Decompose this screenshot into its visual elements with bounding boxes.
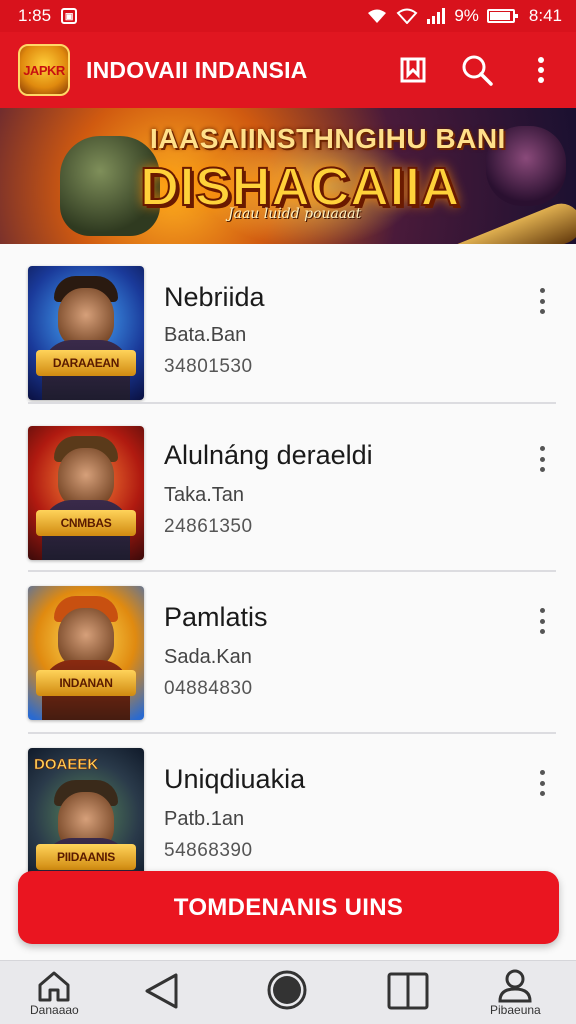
signal-icon	[427, 8, 446, 24]
more-vert-icon	[538, 57, 544, 83]
divider	[28, 570, 556, 572]
thumbnail-label: CNMBAS	[36, 510, 136, 536]
item-more-button[interactable]	[530, 768, 554, 798]
thumbnail-face	[58, 288, 114, 348]
search-icon	[462, 55, 493, 86]
game-thumbnail: DARAAEAN	[28, 266, 144, 400]
wifi-icon	[396, 8, 418, 24]
thumbnail-label: PIIDAANIS	[36, 844, 136, 870]
battery-level	[489, 12, 510, 20]
game-thumbnail: DOAEEK PIIDAANIS	[28, 748, 144, 882]
status-bar: 1:85 ▣ 9% 8:41	[0, 0, 576, 32]
thumbnail-face	[58, 448, 114, 508]
nav-home-circle[interactable]	[266, 969, 308, 1011]
home-icon	[38, 971, 70, 1002]
divider	[28, 402, 556, 404]
divider	[28, 732, 556, 734]
app-notification-icon: ▣	[61, 8, 78, 24]
item-subtitle: Taka.Tan	[164, 484, 245, 506]
back-triangle-icon	[145, 973, 178, 1009]
bottom-navigation: Danaaao Pibaeuna	[0, 960, 576, 1024]
list-item[interactable]: DARAAEAN Nebriida Bata.Ban 34801530	[0, 244, 576, 404]
banner-headline: IAASAIINSTHNGIHU BANI	[150, 123, 506, 154]
game-thumbnail: CNMBAS	[28, 426, 144, 560]
item-more-button[interactable]	[530, 286, 554, 316]
thumbnail-face	[58, 608, 114, 668]
thumbnail-label: DARAAEAN	[36, 350, 136, 376]
nav-recents[interactable]	[386, 971, 430, 1011]
list-item[interactable]: CNMBAS Alulnáng deraeldi Taka.Tan 248613…	[0, 412, 576, 572]
item-title: Nebriida	[164, 282, 265, 312]
battery-icon	[486, 9, 518, 23]
book-icon	[387, 972, 429, 1010]
item-number: 34801530	[164, 356, 253, 377]
app-bar: JAPKR INDOVAII INDANSIA	[0, 32, 576, 108]
bookmark-button[interactable]	[396, 53, 430, 87]
game-thumbnail: INDANAN	[28, 586, 144, 720]
home-circle-icon	[267, 970, 307, 1010]
item-subtitle: Sada.Kan	[164, 646, 252, 668]
thumbnail-top-label: DOAEEK	[34, 756, 99, 774]
list-item[interactable]: INDANAN Pamlatis Sada.Kan 04884830	[0, 574, 576, 734]
more-button[interactable]	[524, 53, 558, 87]
thumbnail-label: INDANAN	[36, 670, 136, 696]
battery-percent: 9%	[454, 6, 479, 25]
status-clock: 8:41	[528, 6, 562, 25]
item-title: Alulnáng deraeldi	[164, 440, 373, 470]
app-title: INDOVAII INDANSIA	[86, 56, 308, 83]
item-more-button[interactable]	[530, 606, 554, 636]
nav-profile-label: Pibaeuna	[490, 1003, 541, 1017]
wifi-icon	[368, 9, 387, 23]
app-logo[interactable]: JAPKR	[18, 44, 70, 96]
nav-home[interactable]: Danaaao	[30, 969, 79, 1017]
item-number: 04884830	[164, 678, 253, 699]
banner-tagline: Jaau luidd pouaaat	[228, 206, 362, 222]
item-more-button[interactable]	[530, 444, 554, 474]
nav-back[interactable]	[142, 971, 182, 1011]
item-number: 54868390	[164, 840, 253, 861]
promo-banner[interactable]: IAASAIINSTHNGIHU BANI DISHACAIIA Jaau lu…	[0, 108, 576, 244]
game-list: DARAAEAN Nebriida Bata.Ban 34801530 CNMB…	[0, 244, 576, 960]
logo-text: JAPKR	[23, 62, 65, 78]
item-subtitle: Patb.1an	[164, 808, 245, 830]
item-number: 24861350	[164, 516, 253, 537]
bookmark-icon	[400, 57, 426, 83]
item-title: Uniqdiuakia	[164, 764, 306, 794]
search-button[interactable]	[460, 53, 494, 87]
status-time: 1:85	[18, 6, 52, 25]
primary-cta-button[interactable]: TOMDENANIS UINS	[18, 871, 559, 944]
profile-icon	[498, 969, 532, 1003]
nav-profile[interactable]: Pibaeuna	[490, 969, 541, 1017]
item-subtitle: Bata.Ban	[164, 324, 247, 346]
nav-home-label: Danaaao	[30, 1003, 79, 1017]
item-title: Pamlatis	[164, 602, 268, 632]
